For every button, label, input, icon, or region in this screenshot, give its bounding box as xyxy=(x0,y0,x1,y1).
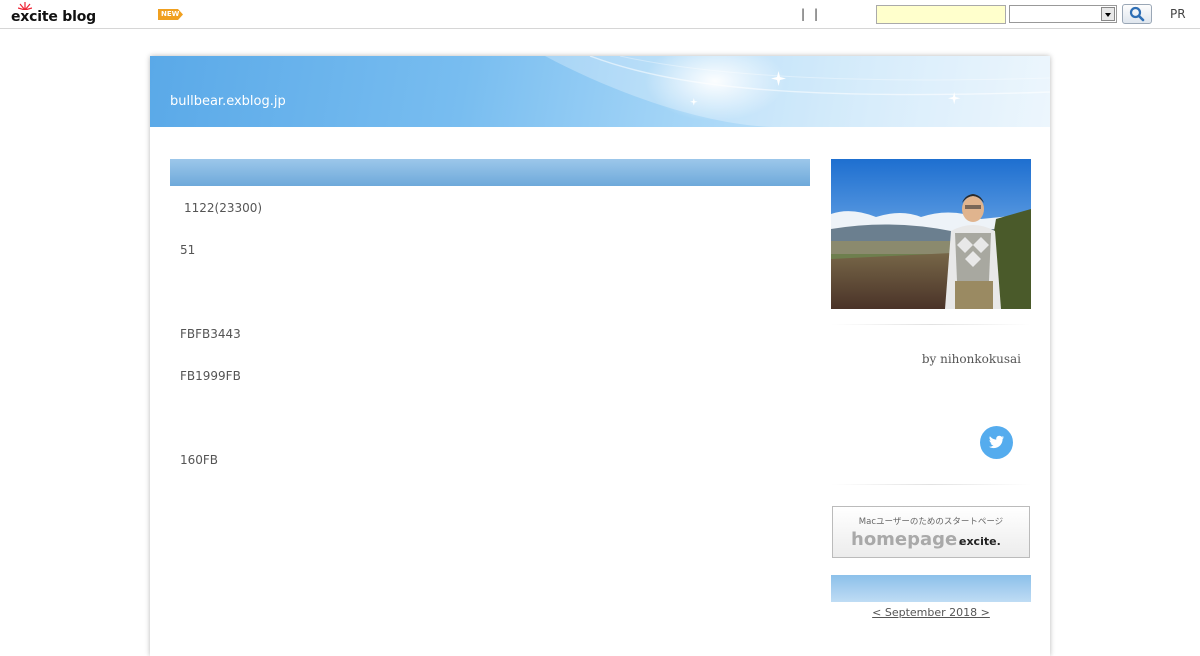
logo-sparkle-icon xyxy=(18,2,32,10)
calendar-header-bar xyxy=(831,575,1031,602)
twitter-bird-icon xyxy=(989,435,1004,449)
magnifier-icon xyxy=(1129,6,1145,22)
search-scope-select[interactable] xyxy=(1009,5,1117,23)
new-badge[interactable]: NEW xyxy=(158,9,183,20)
nav-separator: | xyxy=(814,7,819,21)
post-line: FB1999FB xyxy=(180,369,241,383)
author-byline[interactable]: by nihonkokusai xyxy=(831,352,1021,366)
header-decoration xyxy=(545,56,1050,127)
profile-photo[interactable] xyxy=(831,159,1031,309)
sidebar-divider xyxy=(831,484,1031,485)
search-button[interactable] xyxy=(1122,4,1152,24)
blog-url-title[interactable]: bullbear.exblog.jp xyxy=(170,94,286,109)
banner-excite-logo: excite. xyxy=(959,535,1001,548)
search-input[interactable] xyxy=(876,5,1006,24)
nav-separator: | xyxy=(801,7,806,21)
twitter-share-button[interactable] xyxy=(980,426,1013,459)
logo-text: excite blog xyxy=(11,9,96,25)
pr-link[interactable]: PR xyxy=(1170,7,1186,21)
excite-homepage-banner[interactable]: Macユーザーのためのスタートページ homepage. excite. xyxy=(832,506,1030,558)
post-title-bar xyxy=(170,159,810,186)
post-line: FBFB3443 xyxy=(180,327,241,341)
banner-tagline: Macユーザーのためのスタートページ xyxy=(858,517,1004,527)
banner-homepage-text: homepage. xyxy=(851,529,965,550)
top-navigation-bar: excite blog NEW | | PR xyxy=(0,0,1200,29)
calendar-month-nav[interactable]: < September 2018 > xyxy=(831,606,1031,619)
sidebar-divider xyxy=(831,324,1031,325)
post-line: 1122(23300) xyxy=(184,201,263,215)
excite-blog-logo[interactable]: excite blog xyxy=(11,2,96,25)
post-line: 51 xyxy=(180,243,196,257)
chevron-down-icon[interactable] xyxy=(1101,7,1115,21)
post-line: 160FB xyxy=(180,453,219,467)
blog-header: bullbear.exblog.jp xyxy=(150,56,1050,127)
blog-container: bullbear.exblog.jp 1122(23300) 51 FBFB34… xyxy=(150,56,1050,656)
profile-photo-image xyxy=(831,159,1031,309)
